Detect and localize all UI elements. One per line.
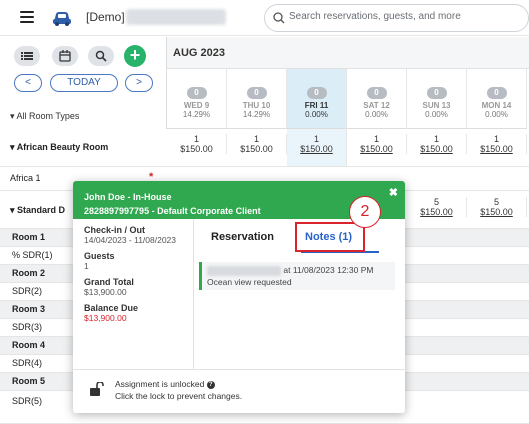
availability-cell[interactable]: 1 $150.00	[227, 134, 287, 154]
day-header[interactable]: 0 SAT 12 0.00%	[347, 69, 407, 129]
lock-message: Assignment is unlocked ? Click the lock …	[115, 379, 243, 401]
divider	[73, 369, 405, 370]
highlight-box	[295, 222, 365, 252]
guests-label: Guests	[84, 251, 115, 261]
availability-cell[interactable]: 5 $150.00	[467, 197, 527, 217]
balance-label: Balance Due	[84, 303, 139, 313]
day-name: SAT 12	[363, 101, 390, 110]
room-sub-label[interactable]: % SDR(1)	[12, 250, 53, 260]
day-header[interactable]: 0 SUN 13 0.00%	[407, 69, 467, 129]
prev-button[interactable]: <	[14, 74, 42, 92]
occupancy-badge: 0	[186, 87, 207, 99]
callout-number: 2	[349, 196, 381, 228]
divider	[193, 219, 194, 369]
day-header[interactable]: 0 THU 10 14.29%	[227, 69, 287, 129]
room-label[interactable]: Room 2	[12, 268, 45, 278]
room-type-row: ▾ African Beauty Room 1 $150.00 1 $150.00 …	[0, 129, 529, 167]
next-button[interactable]: >	[125, 74, 153, 92]
property-name-redacted	[126, 9, 226, 25]
guests-value: 1	[84, 261, 89, 271]
calendar-controls: + < TODAY > ▾ All Room Types	[0, 37, 167, 129]
room-label[interactable]: Room 3	[12, 304, 45, 314]
list-icon	[21, 52, 33, 60]
note-timestamp: at 11/08/2023 12:30 PM	[283, 265, 374, 275]
day-name: THU 10	[242, 101, 271, 110]
checkin-value: 14/04/2023 - 11/08/2023	[84, 235, 177, 245]
grand-total-label: Grand Total	[84, 277, 134, 287]
car-icon	[53, 12, 71, 26]
menu-icon[interactable]	[20, 11, 34, 23]
reservation-summary: Check-in / Out 14/04/2023 - 11/08/2023 G…	[84, 225, 194, 329]
occupancy-badge: 0	[306, 87, 327, 99]
day-occupancy: 14.29%	[182, 110, 211, 119]
grand-total-value: $13,900.00	[84, 287, 127, 297]
list-view-button[interactable]	[14, 46, 40, 66]
day-name: WED 9	[183, 101, 210, 110]
day-name: FRI 11	[304, 101, 329, 110]
day-name: SUN 13	[422, 101, 451, 110]
room-types-filter[interactable]: ▾ All Room Types	[10, 111, 79, 122]
tab-reservation[interactable]: Reservation	[211, 231, 274, 243]
unlock-icon[interactable]	[89, 382, 105, 396]
search-icon	[273, 12, 285, 24]
room-sub-label[interactable]: SDR(3)	[12, 322, 42, 332]
room-sub-label[interactable]: SDR(4)	[12, 358, 42, 368]
room-label[interactable]: Africa 1	[10, 173, 41, 183]
top-bar: [Demo]	[0, 0, 529, 36]
day-occupancy: 14.29%	[242, 110, 271, 119]
property-name[interactable]: [Demo]	[86, 10, 125, 24]
room-sub-label[interactable]: SDR(2)	[12, 286, 42, 296]
calendar-icon	[59, 50, 71, 62]
search-input[interactable]	[289, 11, 519, 22]
room-type-label[interactable]: ▾ Standard D	[10, 205, 65, 216]
day-occupancy: 0.00%	[425, 110, 448, 119]
day-occupancy: 0.00%	[365, 110, 388, 119]
day-header[interactable]: 0 MON 14 0.00%	[467, 69, 527, 129]
search-button[interactable]	[88, 46, 114, 66]
room-label[interactable]: Room 4	[12, 340, 45, 350]
occupancy-badge: 0	[486, 87, 507, 99]
today-button[interactable]: TODAY	[50, 74, 118, 92]
search-bar[interactable]	[264, 4, 529, 32]
note-author-redacted	[207, 265, 281, 276]
balance-value: $13,900.00	[84, 313, 127, 323]
day-name: MON 14	[481, 101, 512, 110]
day-occupancy: 0.00%	[305, 110, 328, 119]
room-type-label[interactable]: ▾ African Beauty Room	[10, 142, 108, 153]
day-header[interactable]: 0 WED 9 14.29%	[167, 69, 227, 129]
availability-cell[interactable]: 1 $150.00	[287, 129, 347, 166]
checkin-label: Check-in / Out	[84, 225, 146, 235]
occupancy-badge: 0	[426, 87, 447, 99]
occupancy-badge: 0	[246, 87, 267, 99]
availability-cell[interactable]: 1 $150.00	[167, 134, 227, 154]
day-occupancy: 0.00%	[485, 110, 508, 119]
add-reservation-button[interactable]: +	[124, 45, 146, 67]
calendar-button[interactable]	[52, 46, 78, 66]
occupancy-badge: 0	[366, 87, 387, 99]
note-item: at 11/08/2023 12:30 PM Ocean view reques…	[199, 262, 395, 290]
close-icon[interactable]: ✖	[389, 186, 398, 199]
search-icon	[95, 50, 107, 62]
day-header-today[interactable]: 0 FRI 11 0.00%	[287, 69, 347, 129]
month-header: AUG 2023	[167, 37, 529, 69]
availability-cell[interactable]: 5 $150.00	[407, 197, 467, 217]
room-label[interactable]: Room 5	[12, 376, 45, 386]
reservation-popup: John Doe - In-House 2828897997795 - Defa…	[73, 181, 405, 413]
room-sub-label[interactable]: SDR(5)	[12, 396, 42, 406]
availability-cell[interactable]: 1 $150.00	[407, 134, 467, 154]
info-icon[interactable]: ?	[206, 380, 215, 389]
note-text: Ocean view requested	[207, 277, 292, 287]
availability-cell[interactable]: 1 $150.00	[347, 134, 407, 154]
availability-cell[interactable]: 1 $150.00	[467, 134, 527, 154]
room-label[interactable]: Room 1	[12, 232, 45, 242]
